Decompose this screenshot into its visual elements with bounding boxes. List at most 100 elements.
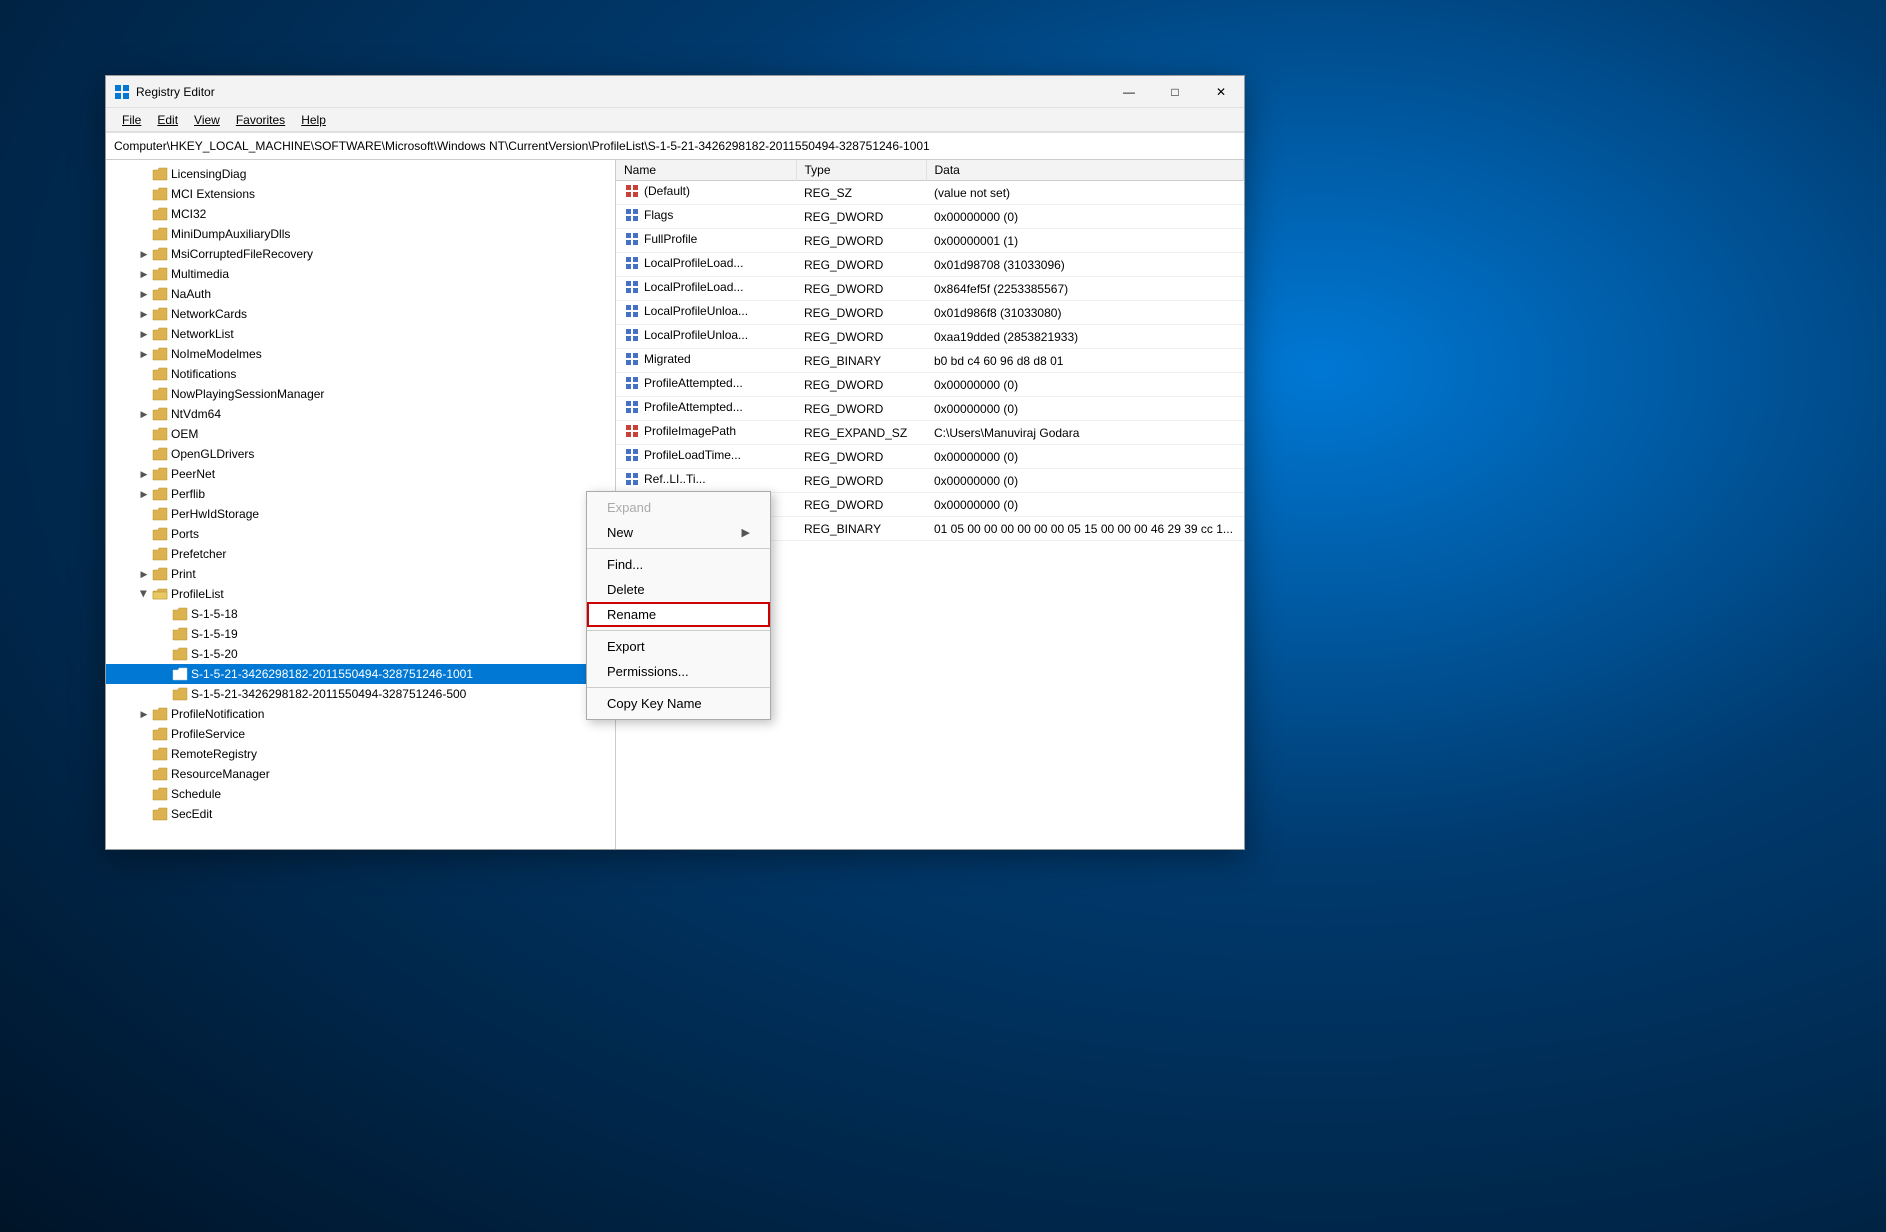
tree-label-selected: S-1-5-21-3426298182-2011550494-328751246… bbox=[191, 667, 473, 681]
tree-label: PerHwIdStorage bbox=[171, 507, 259, 521]
reg-data: (value not set) bbox=[926, 181, 1244, 205]
tree-item-remoteregistry[interactable]: RemoteRegistry bbox=[106, 744, 615, 764]
tree-item-nowplayingsessionmanager[interactable]: NowPlayingSessionManager bbox=[106, 384, 615, 404]
tree-item-s-1-5-18[interactable]: S-1-5-18 bbox=[106, 604, 615, 624]
ctx-export[interactable]: Export bbox=[587, 634, 770, 659]
tree-label: Prefetcher bbox=[171, 547, 226, 561]
tree-item-print[interactable]: ▶ Print bbox=[106, 564, 615, 584]
tree-item-schedule[interactable]: Schedule bbox=[106, 784, 615, 804]
expand-arrow bbox=[136, 226, 152, 242]
folder-icon bbox=[152, 387, 168, 401]
tree-item-secedit[interactable]: SecEdit bbox=[106, 804, 615, 824]
registry-table: Name Type Data (Default) REG_SZ bbox=[616, 160, 1244, 541]
col-type[interactable]: Type bbox=[796, 160, 926, 181]
menu-favorites[interactable]: Favorites bbox=[228, 111, 293, 129]
tree-item-perflib[interactable]: ▶ Perflib bbox=[106, 484, 615, 504]
menu-file[interactable]: File bbox=[114, 111, 149, 129]
table-row[interactable]: ProfileImagePath REG_EXPAND_SZ C:\Users\… bbox=[616, 421, 1244, 445]
folder-icon bbox=[152, 727, 168, 741]
tree-item-naauth[interactable]: ▶ NaAuth bbox=[106, 284, 615, 304]
expand-arrow: ▶ bbox=[136, 266, 152, 282]
table-row[interactable]: FullProfile REG_DWORD 0x00000001 (1) bbox=[616, 229, 1244, 253]
tree-label: Print bbox=[171, 567, 196, 581]
ctx-new[interactable]: New ▶ bbox=[587, 520, 770, 545]
col-name[interactable]: Name bbox=[616, 160, 796, 181]
tree-item-s-1-5-20[interactable]: S-1-5-20 bbox=[106, 644, 615, 664]
expand-arrow bbox=[136, 386, 152, 402]
tree-item-networkcards[interactable]: ▶ NetworkCards bbox=[106, 304, 615, 324]
maximize-button[interactable]: □ bbox=[1152, 76, 1198, 108]
tree-item-profilelist[interactable]: ▶ ProfileList bbox=[106, 584, 615, 604]
tree-item-notifications[interactable]: Notifications bbox=[106, 364, 615, 384]
table-row[interactable]: ProfileAttempted... REG_DWORD 0x00000000… bbox=[616, 373, 1244, 397]
tree-item-msicorruptedfilerecovery[interactable]: ▶ MsiCorruptedFileRecovery bbox=[106, 244, 615, 264]
table-row[interactable]: LocalProfileUnloa... REG_DWORD 0xaa19dde… bbox=[616, 325, 1244, 349]
ctx-permissions[interactable]: Permissions... bbox=[587, 659, 770, 684]
table-row[interactable]: Flags REG_DWORD 0x00000000 (0) bbox=[616, 205, 1244, 229]
minimize-button[interactable]: — bbox=[1106, 76, 1152, 108]
tree-item-s-1-5-21-1001[interactable]: S-1-5-21-3426298182-2011550494-328751246… bbox=[106, 664, 615, 684]
table-row[interactable]: ProfileLoadTime... REG_DWORD 0x00000000 … bbox=[616, 445, 1244, 469]
col-data[interactable]: Data bbox=[926, 160, 1244, 181]
tree-item-mci32[interactable]: MCI32 bbox=[106, 204, 615, 224]
menu-edit[interactable]: Edit bbox=[149, 111, 186, 129]
table-row[interactable]: ProfileAttempted... REG_DWORD 0x00000000… bbox=[616, 397, 1244, 421]
folder-icon bbox=[152, 267, 168, 281]
ctx-rename[interactable]: Rename bbox=[587, 602, 770, 627]
title-bar: Registry Editor — □ ✕ bbox=[106, 76, 1244, 108]
table-row[interactable]: (Default) REG_SZ (value not set) bbox=[616, 181, 1244, 205]
reg-type: REG_DWORD bbox=[796, 253, 926, 277]
tree-item-s-1-5-19[interactable]: S-1-5-19 bbox=[106, 624, 615, 644]
tree-label: ProfileNotification bbox=[171, 707, 264, 721]
table-row[interactable]: LocalProfileLoad... REG_DWORD 0x864fef5f… bbox=[616, 277, 1244, 301]
tree-item-peernet[interactable]: ▶ PeerNet bbox=[106, 464, 615, 484]
folder-icon bbox=[152, 247, 168, 261]
tree-item-multimedia[interactable]: ▶ Multimedia bbox=[106, 264, 615, 284]
tree-label: Notifications bbox=[171, 367, 236, 381]
ctx-copy-key-name[interactable]: Copy Key Name bbox=[587, 691, 770, 716]
folder-icon bbox=[152, 547, 168, 561]
tree-label: NoImeModelmes bbox=[171, 347, 262, 361]
tree-label: LicensingDiag bbox=[171, 167, 246, 181]
tree-item-noimemodelmes[interactable]: ▶ NoImeModelmes bbox=[106, 344, 615, 364]
address-bar: Computer\HKEY_LOCAL_MACHINE\SOFTWARE\Mic… bbox=[106, 132, 1244, 160]
close-button[interactable]: ✕ bbox=[1198, 76, 1244, 108]
reg-name: LocalProfileUnloa... bbox=[616, 301, 796, 325]
tree-item-minidumpauxiliarydlls[interactable]: MiniDumpAuxiliaryDlls bbox=[106, 224, 615, 244]
table-row[interactable]: LocalProfileLoad... REG_DWORD 0x01d98708… bbox=[616, 253, 1244, 277]
tree-item-licensingdiag[interactable]: LicensingDiag bbox=[106, 164, 615, 184]
ctx-find[interactable]: Find... bbox=[587, 552, 770, 577]
reg-type: REG_DWORD bbox=[796, 493, 926, 517]
reg-data: 0x00000000 (0) bbox=[926, 493, 1244, 517]
tree-item-prefetcher[interactable]: Prefetcher bbox=[106, 544, 615, 564]
table-row[interactable]: Migrated REG_BINARY b0 bd c4 60 96 d8 d8… bbox=[616, 349, 1244, 373]
table-row[interactable]: Ref..LI..Ti... REG_DWORD 0x00000000 (0) bbox=[616, 469, 1244, 493]
folder-icon bbox=[152, 487, 168, 501]
expand-arrow bbox=[156, 646, 172, 662]
tree-item-profilenotification[interactable]: ▶ ProfileNotification bbox=[106, 704, 615, 724]
table-row[interactable]: LocalProfileUnloa... REG_DWORD 0x01d986f… bbox=[616, 301, 1244, 325]
tree-item-networklist[interactable]: ▶ NetworkList bbox=[106, 324, 615, 344]
table-header-row: Name Type Data bbox=[616, 160, 1244, 181]
reg-name: Migrated bbox=[616, 349, 796, 373]
reg-name: ProfileAttempted... bbox=[616, 397, 796, 421]
tree-item-ntvdm64[interactable]: ▶ NtVdm64 bbox=[106, 404, 615, 424]
tree-item-mciextensions[interactable]: MCI Extensions bbox=[106, 184, 615, 204]
menu-help[interactable]: Help bbox=[293, 111, 334, 129]
tree-item-oem[interactable]: OEM bbox=[106, 424, 615, 444]
reg-name: ProfileImagePath bbox=[616, 421, 796, 445]
menu-view[interactable]: View bbox=[186, 111, 228, 129]
ctx-delete[interactable]: Delete bbox=[587, 577, 770, 602]
tree-label: MCI Extensions bbox=[171, 187, 255, 201]
tree-pane[interactable]: LicensingDiag MCI Extensions MCI32 bbox=[106, 160, 616, 849]
tree-item-ports[interactable]: Ports bbox=[106, 524, 615, 544]
tree-item-resourcemanager[interactable]: ResourceManager bbox=[106, 764, 615, 784]
folder-icon bbox=[152, 407, 168, 421]
reg-name: Flags bbox=[616, 205, 796, 229]
tree-item-s-1-5-21-500[interactable]: S-1-5-21-3426298182-2011550494-328751246… bbox=[106, 684, 615, 704]
tree-item-opengldrivers[interactable]: OpenGLDrivers bbox=[106, 444, 615, 464]
tree-item-profileservice[interactable]: ProfileService bbox=[106, 724, 615, 744]
ctx-expand-label: Expand bbox=[607, 500, 651, 515]
tree-item-perhwidstorage[interactable]: PerHwIdStorage bbox=[106, 504, 615, 524]
expand-arrow bbox=[156, 686, 172, 702]
